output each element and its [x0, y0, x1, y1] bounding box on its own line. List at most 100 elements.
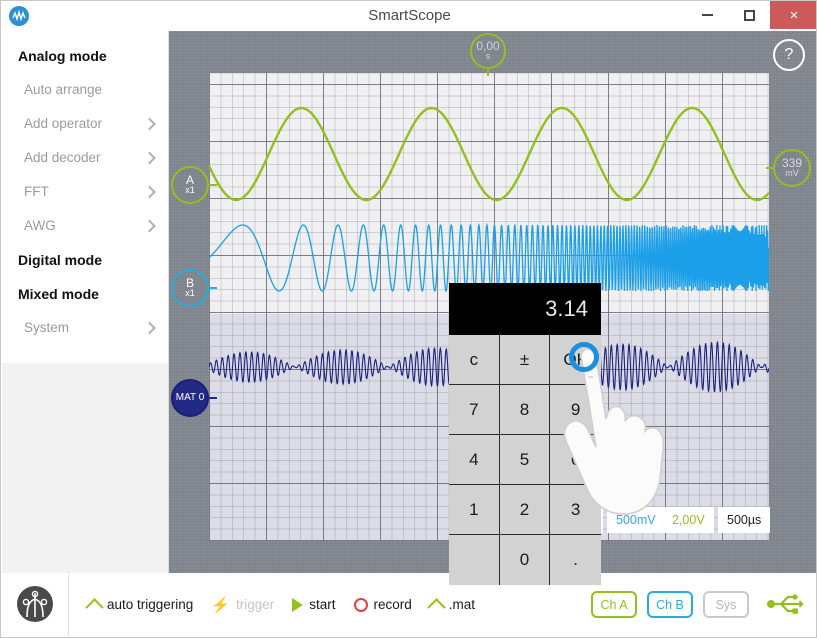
sidebar-item-label: FFT	[24, 184, 49, 199]
start-button[interactable]: start	[286, 597, 341, 612]
sidebar-item-fft[interactable]: FFT	[2, 175, 168, 209]
trigger-level-value: 339	[782, 158, 802, 168]
record-button[interactable]: record	[348, 597, 418, 612]
channel-chips: Ch A Ch B Sys	[591, 573, 749, 636]
time-marker-stub	[487, 69, 489, 76]
chevron-up-icon	[85, 598, 103, 616]
channel-a-range-badge[interactable]: 2,00V	[663, 507, 714, 533]
math-marker[interactable]: MAT 0	[171, 379, 209, 417]
close-button[interactable]: ×	[770, 1, 817, 29]
keypad-key-8[interactable]: 8	[500, 385, 551, 435]
chip-system[interactable]: Sys	[703, 591, 749, 618]
sidebar-item-label: Digital mode	[18, 252, 102, 268]
toolbar-controls: auto triggering ⚡ trigger start record .…	[82, 573, 481, 636]
channel-b-marker-gain: x1	[185, 288, 195, 298]
sidebar-item-label: AWG	[24, 218, 56, 233]
auto-triggering-button[interactable]: auto triggering	[82, 597, 199, 612]
sidebar-item-mixed-mode[interactable]: Mixed mode	[2, 277, 168, 311]
bolt-icon: ⚡	[211, 596, 230, 614]
sidebar-item-label: Auto arrange	[24, 82, 102, 97]
trigger-button[interactable]: ⚡ trigger	[205, 596, 280, 614]
sidebar-item-label: Add decoder	[24, 150, 101, 165]
maximize-button[interactable]	[728, 1, 770, 29]
sidebar-menu: Analog mode Auto arrange Add operator Add d…	[2, 31, 168, 345]
trigger-label: trigger	[236, 597, 274, 612]
numeric-keypad[interactable]: 3.14 c±OK 7894561230.	[449, 283, 601, 585]
scope-canvas[interactable]: A x1 B x1 MAT 0 0,00 s 339 mV ? 2,00V 50…	[169, 31, 817, 575]
chevron-right-icon	[143, 152, 156, 165]
keypad-key-4[interactable]: 4	[449, 435, 500, 485]
chevron-right-icon	[143, 322, 156, 335]
time-offset-marker[interactable]: 0,00 s	[470, 33, 506, 69]
sidebar-filler	[2, 363, 168, 575]
sidebar-item-add-decoder[interactable]: Add decoder	[2, 141, 168, 175]
sidebar-item-label: Analog mode	[18, 48, 107, 64]
chevron-right-icon	[143, 220, 156, 233]
channel-b-range-badge[interactable]: 500mV	[607, 507, 665, 533]
file-format-label: .mat	[449, 597, 475, 612]
channel-b-trace	[209, 225, 769, 291]
record-label: record	[374, 597, 412, 612]
channel-b-marker-label: B	[186, 278, 194, 288]
keypad-key-2[interactable]: 2	[500, 485, 551, 535]
brand-logo-icon	[16, 585, 54, 623]
minimize-icon	[702, 14, 713, 16]
minimize-button[interactable]	[686, 1, 728, 29]
time-offset-value: 0,00	[476, 41, 499, 51]
math-marker-stub	[209, 397, 217, 399]
keypad-key-c[interactable]: c	[449, 335, 500, 385]
chevron-right-icon	[143, 186, 156, 199]
chip-channel-a[interactable]: Ch A	[591, 591, 637, 618]
trigger-level-marker[interactable]: 339 mV	[773, 149, 811, 187]
keypad-key-blank	[449, 535, 500, 585]
channel-a-marker-stub	[209, 184, 217, 186]
keypad-key-0[interactable]: 0	[500, 535, 551, 585]
chip-channel-b[interactable]: Ch B	[647, 591, 693, 618]
keypad-key-plusminus[interactable]: ±	[500, 335, 551, 385]
channel-a-marker[interactable]: A x1	[171, 166, 209, 204]
channel-a-trace	[209, 108, 769, 200]
channel-b-marker-stub	[209, 287, 217, 289]
math-marker-label: MAT 0	[176, 393, 205, 403]
toolbar-divider	[68, 573, 69, 636]
sidebar-item-auto-arrange[interactable]: Auto arrange	[2, 73, 168, 107]
sidebar-item-digital-mode[interactable]: Digital mode	[2, 243, 168, 277]
auto-triggering-label: auto triggering	[107, 597, 193, 612]
keypad-key-9[interactable]: 9	[550, 385, 601, 435]
keypad-key-dot[interactable]: .	[550, 535, 601, 585]
channel-a-marker-gain: x1	[185, 185, 195, 195]
sidebar-item-awg[interactable]: AWG	[2, 209, 168, 243]
start-label: start	[309, 597, 335, 612]
sidebar-item-label: System	[24, 320, 69, 335]
sidebar: Analog mode Auto arrange Add operator Add d…	[2, 31, 169, 575]
chevron-right-icon	[143, 118, 156, 131]
channel-b-marker[interactable]: B x1	[171, 269, 209, 307]
sidebar-item-label: Mixed mode	[18, 286, 99, 302]
keypad-key-7[interactable]: 7	[449, 385, 500, 435]
file-format-button[interactable]: .mat	[424, 597, 481, 612]
time-offset-unit: s	[486, 51, 491, 61]
keypad-key-3[interactable]: 3	[550, 485, 601, 535]
sidebar-item-analog-mode[interactable]: Analog mode	[2, 39, 168, 73]
sidebar-item-add-operator[interactable]: Add operator	[2, 107, 168, 141]
keypad-key-1[interactable]: 1	[449, 485, 500, 535]
chevron-up-icon	[427, 598, 445, 616]
sidebar-item-system[interactable]: System	[2, 311, 168, 345]
record-icon	[354, 598, 368, 612]
help-button[interactable]: ?	[773, 39, 805, 71]
maximize-icon	[744, 10, 755, 21]
keypad-key-ok[interactable]: OK	[550, 335, 601, 385]
keypad-keys: c±OK 7894561230.	[449, 335, 601, 585]
keypad-key-5[interactable]: 5	[500, 435, 551, 485]
trigger-level-unit: mV	[785, 168, 799, 178]
keypad-display: 3.14	[449, 283, 601, 335]
smartscope-window: SmartScope × Analog mode Auto arrange Add …	[0, 0, 817, 638]
play-icon	[292, 598, 303, 612]
sidebar-item-label: Add operator	[24, 116, 102, 131]
title-bar: SmartScope ×	[1, 1, 817, 31]
usb-icon	[767, 592, 805, 616]
channel-a-marker-label: A	[186, 175, 194, 185]
keypad-key-6[interactable]: 6	[550, 435, 601, 485]
bottom-toolbar: auto triggering ⚡ trigger start record .…	[2, 573, 817, 636]
timebase-badge[interactable]: 500µs	[718, 507, 770, 533]
